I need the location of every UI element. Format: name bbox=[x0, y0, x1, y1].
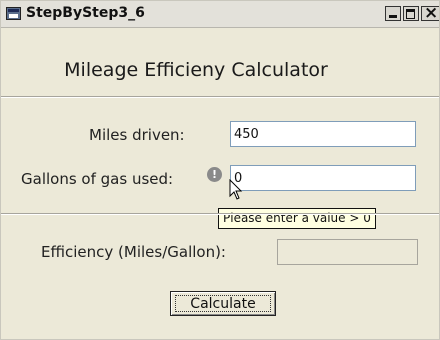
title-bar[interactable]: StepByStep3_6 bbox=[1, 1, 439, 28]
error-provider-icon[interactable]: ! bbox=[207, 167, 222, 182]
mouse-pointer-icon bbox=[229, 179, 243, 200]
gallons-used-label: Gallons of gas used: bbox=[21, 170, 174, 188]
efficiency-output bbox=[277, 239, 418, 265]
maximize-button[interactable] bbox=[403, 6, 419, 21]
app-icon[interactable] bbox=[6, 7, 21, 20]
calculate-button[interactable]: Calculate bbox=[170, 291, 276, 316]
bottom-divider bbox=[1, 213, 439, 215]
miles-driven-input[interactable] bbox=[230, 121, 416, 147]
efficiency-label: Efficiency (Miles/Gallon): bbox=[41, 243, 226, 261]
minimize-button[interactable] bbox=[385, 6, 401, 21]
app-window: StepByStep3_6 Mileage Efficieny Calculat… bbox=[0, 0, 440, 340]
validation-tooltip: Please enter a value > 0 bbox=[218, 208, 376, 229]
miles-driven-label: Miles driven: bbox=[89, 126, 185, 144]
gallons-used-input[interactable] bbox=[230, 165, 416, 191]
window-title: StepByStep3_6 bbox=[26, 5, 145, 21]
close-button[interactable] bbox=[421, 3, 439, 23]
calculator-heading: Mileage Efficieny Calculator bbox=[64, 59, 328, 81]
top-divider bbox=[1, 96, 439, 98]
